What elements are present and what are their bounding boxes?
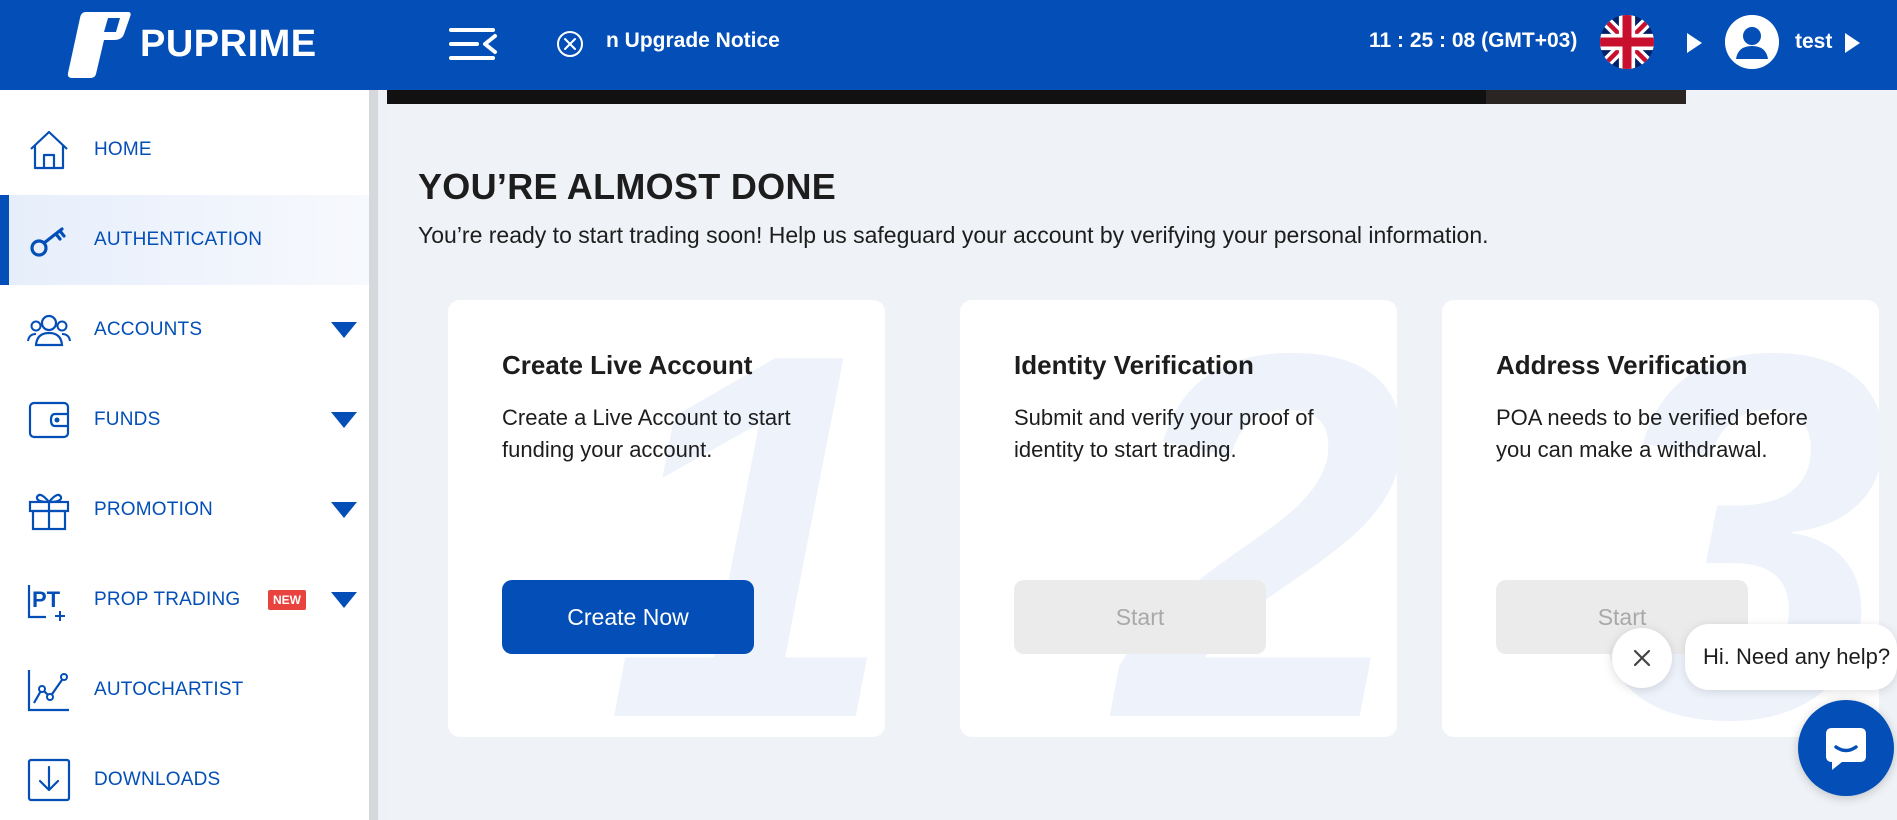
chat-greeting-bubble[interactable]: Hi. Need any help? bbox=[1685, 624, 1897, 690]
key-icon bbox=[26, 217, 72, 263]
chevron-down-icon[interactable] bbox=[330, 500, 358, 520]
wallet-icon bbox=[26, 397, 72, 443]
sidebar-item-home[interactable]: HOME bbox=[0, 105, 369, 195]
sidebar-item-label: AUTOCHARTIST bbox=[94, 679, 244, 700]
main-content: YOU’RE ALMOST DONE You’re ready to start… bbox=[387, 90, 1897, 820]
notice-close-icon[interactable] bbox=[556, 30, 584, 58]
sidebar-item-label: HOME bbox=[94, 139, 152, 160]
menu-toggle-icon[interactable] bbox=[447, 24, 499, 64]
sidebar-item-label: PROMOTION bbox=[94, 499, 213, 520]
users-icon bbox=[26, 307, 72, 353]
start-identity-button[interactable]: Start bbox=[1014, 580, 1266, 654]
pt-icon: PT bbox=[26, 577, 72, 623]
user-menu-caret-icon[interactable] bbox=[1842, 31, 1862, 55]
top-bar: PUPRIME n Upgrade Notice 11 : 25 : 08 (G… bbox=[0, 0, 1897, 90]
svg-text:PT: PT bbox=[32, 587, 61, 612]
sidebar-item-label: ACCOUNTS bbox=[94, 319, 203, 340]
card-title: Create Live Account bbox=[502, 350, 753, 380]
uk-flag-icon[interactable] bbox=[1600, 15, 1654, 69]
sidebar-item-autochartist[interactable]: AUTOCHARTIST bbox=[0, 645, 369, 735]
sidebar-item-label: PROP TRADING bbox=[94, 589, 241, 610]
home-icon bbox=[26, 127, 72, 173]
page-title: YOU’RE ALMOST DONE bbox=[418, 166, 837, 207]
card-description: Submit and verify your proof of identity… bbox=[1014, 405, 1314, 462]
chat-launcher-icon[interactable] bbox=[1798, 700, 1894, 796]
chat-close-icon[interactable] bbox=[1612, 628, 1672, 688]
chart-icon bbox=[26, 667, 72, 713]
step-card-identity: 2 Identity Verification Submit and verif… bbox=[960, 300, 1397, 737]
clock-display: 11 : 25 : 08 (GMT+03) bbox=[1369, 29, 1578, 52]
create-now-button[interactable]: Create Now bbox=[502, 580, 754, 654]
chevron-down-icon[interactable] bbox=[330, 410, 358, 430]
sidebar-item-downloads[interactable]: DOWNLOADS bbox=[0, 735, 369, 820]
new-badge: NEW bbox=[268, 590, 306, 610]
chevron-down-icon[interactable] bbox=[330, 590, 358, 610]
sidebar-item-authentication[interactable]: AUTHENTICATION bbox=[0, 195, 369, 285]
download-icon bbox=[26, 757, 72, 803]
card-title: Address Verification bbox=[1496, 350, 1748, 380]
gift-icon bbox=[26, 487, 72, 533]
upgrade-notice-text[interactable]: n Upgrade Notice bbox=[606, 29, 780, 53]
step-card-live-account: 1 Create Live Account Create a Live Acco… bbox=[448, 300, 885, 737]
page-subtitle: You’re ready to start trading soon! Help… bbox=[418, 222, 1489, 248]
card-description: Create a Live Account to start funding y… bbox=[502, 405, 791, 462]
card-description: POA needs to be verified before you can … bbox=[1496, 405, 1808, 462]
sidebar-item-funds[interactable]: FUNDS bbox=[0, 375, 369, 465]
sidebar: HOME AUTHENTICATION ACCOUNTS FUNDS PROMO… bbox=[0, 90, 378, 820]
banner-image bbox=[1486, 90, 1686, 104]
sidebar-item-accounts[interactable]: ACCOUNTS bbox=[0, 285, 369, 375]
sidebar-item-label: FUNDS bbox=[94, 409, 161, 430]
brand-logo[interactable]: PUPRIME bbox=[62, 8, 317, 80]
username[interactable]: test bbox=[1795, 30, 1832, 54]
user-avatar-icon[interactable] bbox=[1725, 15, 1779, 69]
brand-name: PUPRIME bbox=[140, 22, 317, 65]
chevron-down-icon[interactable] bbox=[330, 320, 358, 340]
card-title: Identity Verification bbox=[1014, 350, 1254, 380]
sidebar-item-promotion[interactable]: PROMOTION bbox=[0, 465, 369, 555]
sidebar-item-label: DOWNLOADS bbox=[94, 769, 221, 790]
sidebar-item-prop-trading[interactable]: PT PROP TRADING NEW bbox=[0, 555, 369, 645]
puprime-logo-icon bbox=[67, 12, 131, 78]
sidebar-item-label: AUTHENTICATION bbox=[94, 229, 263, 250]
language-caret-icon[interactable] bbox=[1684, 31, 1704, 55]
